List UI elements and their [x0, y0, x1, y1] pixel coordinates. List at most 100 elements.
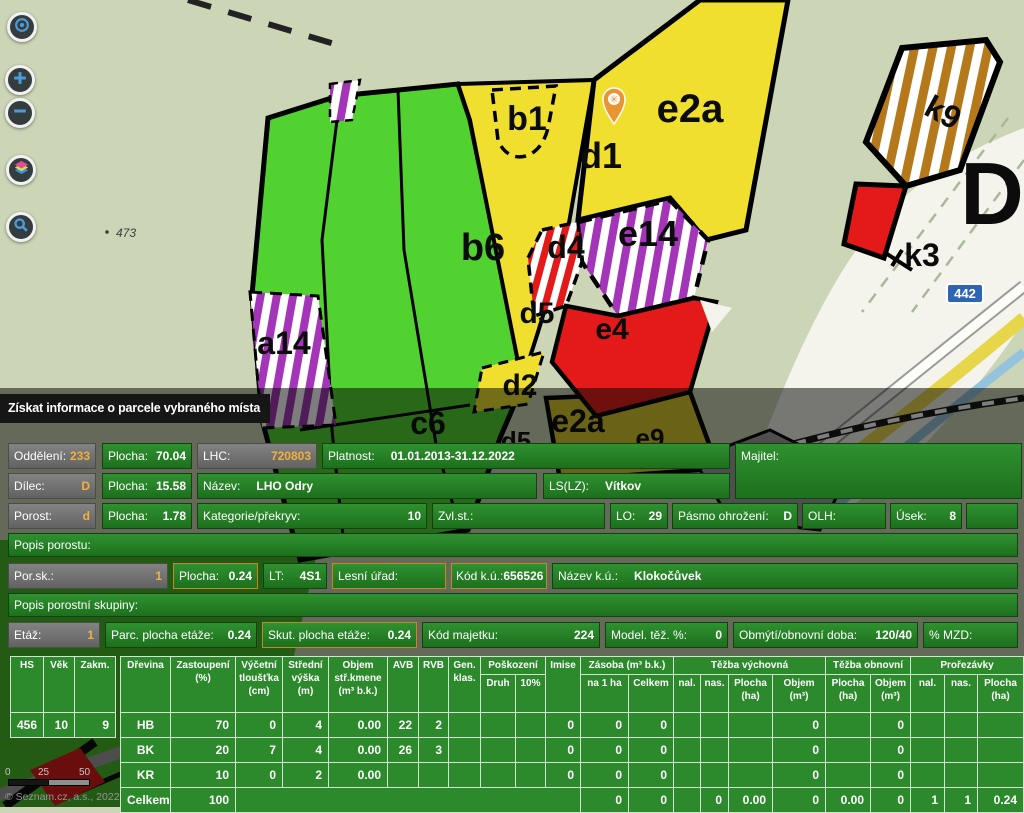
- table-cell: 9: [74, 712, 116, 738]
- table-cell: [977, 762, 1024, 788]
- field-kategorie: Kategorie/překryv: 10: [197, 503, 427, 529]
- table-cell: 0: [545, 737, 581, 763]
- field-plocha-dilec: Plocha: 15.58: [102, 473, 192, 499]
- table-cell: [910, 762, 946, 788]
- parcel-label: a14: [257, 325, 311, 361]
- parcel-label: c6: [410, 405, 446, 441]
- field-olh: OLH:: [802, 503, 886, 529]
- table-cell: 0: [235, 762, 283, 788]
- table-cell: HB: [120, 712, 171, 738]
- table-cell: 0: [580, 737, 629, 763]
- column-subheader: nas.: [700, 674, 729, 713]
- field-lo: LO: 29: [610, 503, 668, 529]
- table-cell: 0: [628, 712, 674, 738]
- table-cell: 2: [282, 762, 329, 788]
- stand-summary-table: HS Věk Zakm. 456 10 9: [10, 656, 116, 738]
- table-cell: 0: [771, 712, 827, 738]
- layers-icon: [12, 158, 31, 182]
- table-row: KR 10 0 2 0.00 0 0 0 0 0: [120, 762, 1024, 788]
- field-lt: LT: 4S1: [263, 563, 327, 589]
- column-subheader: nal.: [673, 674, 701, 713]
- svg-text:442: 442: [954, 286, 976, 301]
- column-subheader: Objem (m³): [771, 674, 827, 713]
- zoom-out-button[interactable]: [5, 98, 35, 128]
- column-header: Těžba obnovní: [825, 656, 912, 675]
- table-cell: 10: [170, 762, 236, 788]
- column-header: Těžba výchovná: [672, 656, 827, 675]
- field-popis-skupiny: Popis porostní skupiny:: [8, 593, 1018, 617]
- map-attribution: © Seznam.cz, a.s., 2022: [5, 791, 120, 803]
- table-cell: [944, 737, 979, 763]
- table-cell: 0: [700, 787, 729, 813]
- parcel-label: e2a: [551, 403, 605, 439]
- table-cell: 0: [628, 737, 674, 763]
- table-cell: [448, 737, 481, 763]
- column-header: AVB: [387, 656, 419, 713]
- table-cell: [977, 712, 1024, 738]
- field-nazev: Název: LHO Odry: [197, 473, 537, 499]
- table-cell: [448, 712, 481, 738]
- table-cell: [825, 762, 872, 788]
- search-button[interactable]: [6, 212, 36, 242]
- table-cell: Celkem:: [120, 787, 171, 813]
- field-nazev-ku: Název k.ú.: Klokočůvek: [552, 563, 1018, 589]
- table-cell: [515, 762, 546, 788]
- table-cell: 1: [910, 787, 946, 813]
- zoom-out-icon: [11, 102, 29, 125]
- table-cell: 26: [387, 737, 419, 763]
- field-majitel: Majitel:: [735, 443, 1022, 499]
- field-kod-ku: Kód k.ú.: 656526: [451, 563, 547, 589]
- table-cell: 2: [418, 712, 449, 738]
- table-cell: 0: [771, 787, 827, 813]
- parcel-label: d5: [519, 297, 554, 330]
- field-mzd: % MZD:: [923, 622, 1018, 648]
- table-cell: [480, 737, 516, 763]
- table-cell: 4: [282, 737, 329, 763]
- table-cell: 0.00: [328, 737, 388, 763]
- table-cell: [728, 762, 773, 788]
- field-pasmo: Pásmo ohrožení: D: [672, 503, 798, 529]
- field-parc-plocha: Parc. plocha etáže: 0.24: [105, 622, 257, 648]
- table-row: 456 10 9: [10, 712, 116, 738]
- table-cell: [944, 762, 979, 788]
- column-header: Gen. klas.: [448, 656, 481, 713]
- map-tooltip: Získat informace o parcele vybraného mís…: [0, 394, 271, 423]
- column-subheader: Plocha (ha): [977, 674, 1024, 713]
- locate-button[interactable]: [7, 12, 37, 42]
- column-subheader: Plocha (ha): [728, 674, 773, 713]
- table-cell: 0: [580, 762, 629, 788]
- parcel-label: d2: [502, 369, 537, 402]
- table-cell: 0: [580, 787, 629, 813]
- column-header: Věk: [43, 656, 75, 713]
- column-subheader: Objem (m³): [870, 674, 912, 713]
- field-etaz: Etáž: 1: [8, 622, 100, 648]
- table-cell: KR: [120, 762, 171, 788]
- layers-button[interactable]: [6, 155, 36, 185]
- table-cell: 0.00: [328, 712, 388, 738]
- field-lesni-urad: Lesní úřad:: [332, 563, 446, 589]
- table-row: BK 20 7 4 0.00 26 3 0 0 0 0 0: [120, 737, 1024, 763]
- field-model-tez: Model. těž. %: 0: [605, 622, 728, 648]
- table-total-row: Celkem: 100 0 0 0 0.00 0 0.00 0 1 1 0.24: [120, 787, 1024, 813]
- table-cell: 0.00: [328, 762, 388, 788]
- column-subheader: nas.: [944, 674, 979, 713]
- column-subheader: 10%: [515, 674, 546, 713]
- table-cell: [700, 762, 729, 788]
- table-cell: 0: [771, 762, 827, 788]
- table-cell: [825, 737, 872, 763]
- parcel-label: d1: [580, 135, 622, 176]
- column-header: Prořezávky: [910, 656, 1024, 675]
- table-cell: 0: [771, 737, 827, 763]
- zoom-in-button[interactable]: [5, 65, 35, 95]
- table-cell: 10: [43, 712, 75, 738]
- field-dilec: Dílec: D: [8, 473, 96, 499]
- scale-bar-segment-dark: [8, 779, 50, 786]
- scale-bar-segment-light: [48, 779, 90, 786]
- table-cell: 4: [282, 712, 329, 738]
- table-cell: 20: [170, 737, 236, 763]
- table-cell: 7: [235, 737, 283, 763]
- column-subheader: Plocha (ha): [825, 674, 872, 713]
- field-usek: Úsek: 8: [890, 503, 962, 529]
- table-row: HB 70 0 4 0.00 22 2 0 0 0 0 0: [120, 712, 1024, 738]
- svg-text:✳: ✳: [609, 94, 618, 106]
